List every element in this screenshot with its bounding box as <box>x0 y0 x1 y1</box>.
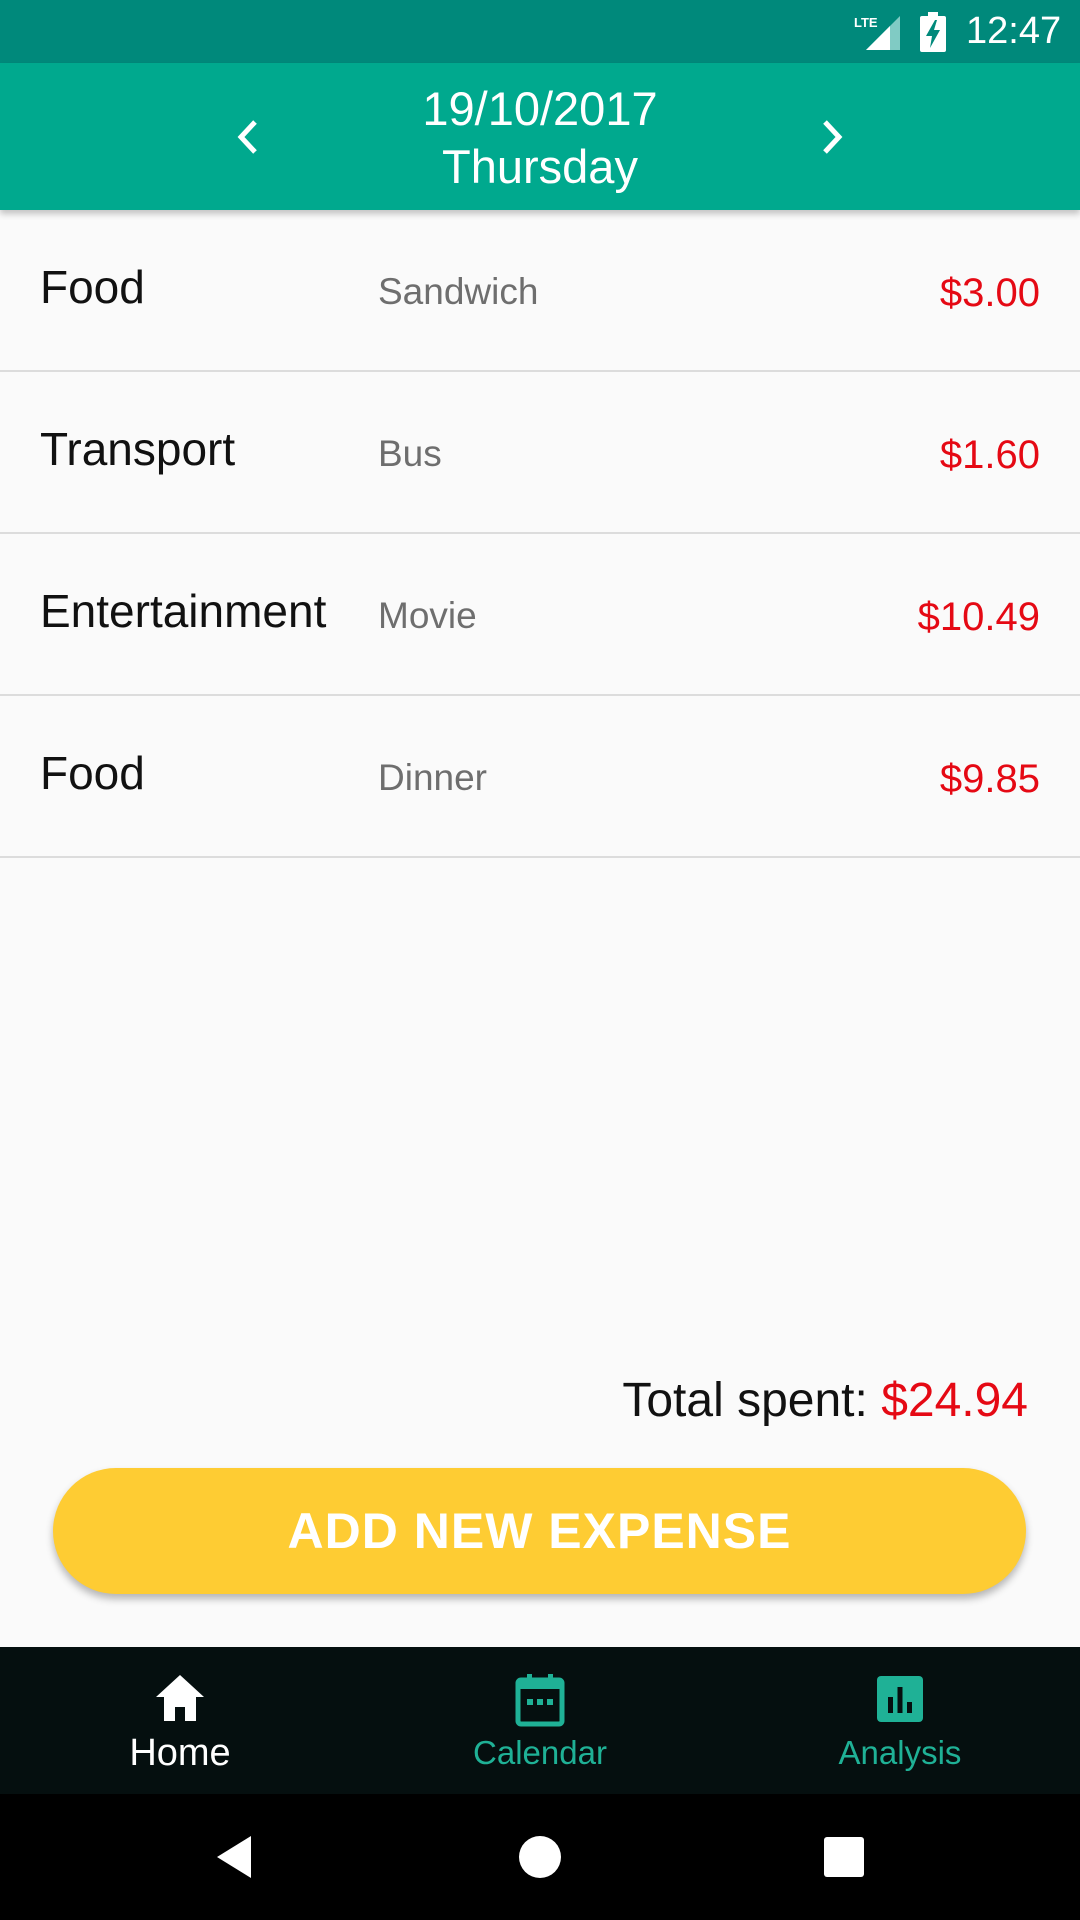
date-label: 19/10/2017 <box>422 82 658 135</box>
weekday-label: Thursday <box>442 140 638 193</box>
status-bar: LTE 12:47 <box>0 0 1080 63</box>
nav-analysis-label: Analysis <box>838 1734 962 1771</box>
expense-category: Food <box>40 261 145 313</box>
expense-category: Entertainment <box>40 585 327 637</box>
recents-icon[interactable] <box>811 1824 877 1890</box>
expense-row[interactable]: Food Dinner $9.85 <box>0 696 1080 858</box>
expense-amount: $1.60 <box>939 433 1040 477</box>
chevron-right-icon <box>823 120 843 154</box>
nav-home-label: Home <box>129 1732 231 1774</box>
total-value: $24.94 <box>881 1374 1028 1427</box>
expense-row[interactable]: Transport Bus $1.60 <box>0 372 1080 534</box>
expense-category: Food <box>40 747 145 799</box>
total-label: Total spent: <box>622 1374 868 1427</box>
next-day-button[interactable] <box>803 107 863 167</box>
previous-day-button[interactable] <box>217 107 277 167</box>
total-spent: Total spent: $24.94 <box>622 1372 1028 1430</box>
chevron-left-icon <box>237 120 257 154</box>
nav-calendar-label: Calendar <box>473 1734 607 1771</box>
calendar-icon <box>515 1674 565 1727</box>
nav-analysis[interactable]: Analysis <box>720 1647 1080 1794</box>
expense-note: Sandwich <box>378 271 539 312</box>
home-icon <box>156 1675 204 1721</box>
date-header: 19/10/2017 Thursday <box>0 63 1080 210</box>
nav-home[interactable]: Home <box>0 1647 360 1794</box>
status-time: 12:47 <box>966 10 1062 52</box>
expense-row[interactable]: Food Sandwich $3.00 <box>0 210 1080 372</box>
expense-note: Bus <box>378 433 442 474</box>
expense-note: Dinner <box>378 757 487 798</box>
network-label: LTE <box>854 15 878 30</box>
expense-note: Movie <box>378 595 477 636</box>
home-circle-icon[interactable] <box>507 1824 573 1890</box>
expense-row[interactable]: Entertainment Movie $10.49 <box>0 534 1080 696</box>
add-new-expense-button[interactable]: ADD NEW EXPENSE <box>53 1468 1026 1594</box>
expense-list: Food Sandwich $3.00 Transport Bus $1.60 … <box>0 210 1080 858</box>
system-navigation-bar <box>0 1794 1080 1920</box>
expense-category: Transport <box>40 423 236 475</box>
expense-amount: $9.85 <box>939 757 1040 801</box>
back-icon[interactable] <box>203 1824 269 1890</box>
expense-amount: $3.00 <box>939 271 1040 315</box>
bar-chart-icon <box>877 1676 923 1722</box>
nav-calendar[interactable]: Calendar <box>360 1647 720 1794</box>
expense-amount: $10.49 <box>917 595 1040 639</box>
lte-signal-icon: LTE <box>854 15 900 50</box>
battery-charging-icon <box>920 12 946 52</box>
date-display: 19/10/2017 Thursday <box>290 80 790 196</box>
bottom-navigation: Home Calendar Analysis <box>0 1647 1080 1794</box>
